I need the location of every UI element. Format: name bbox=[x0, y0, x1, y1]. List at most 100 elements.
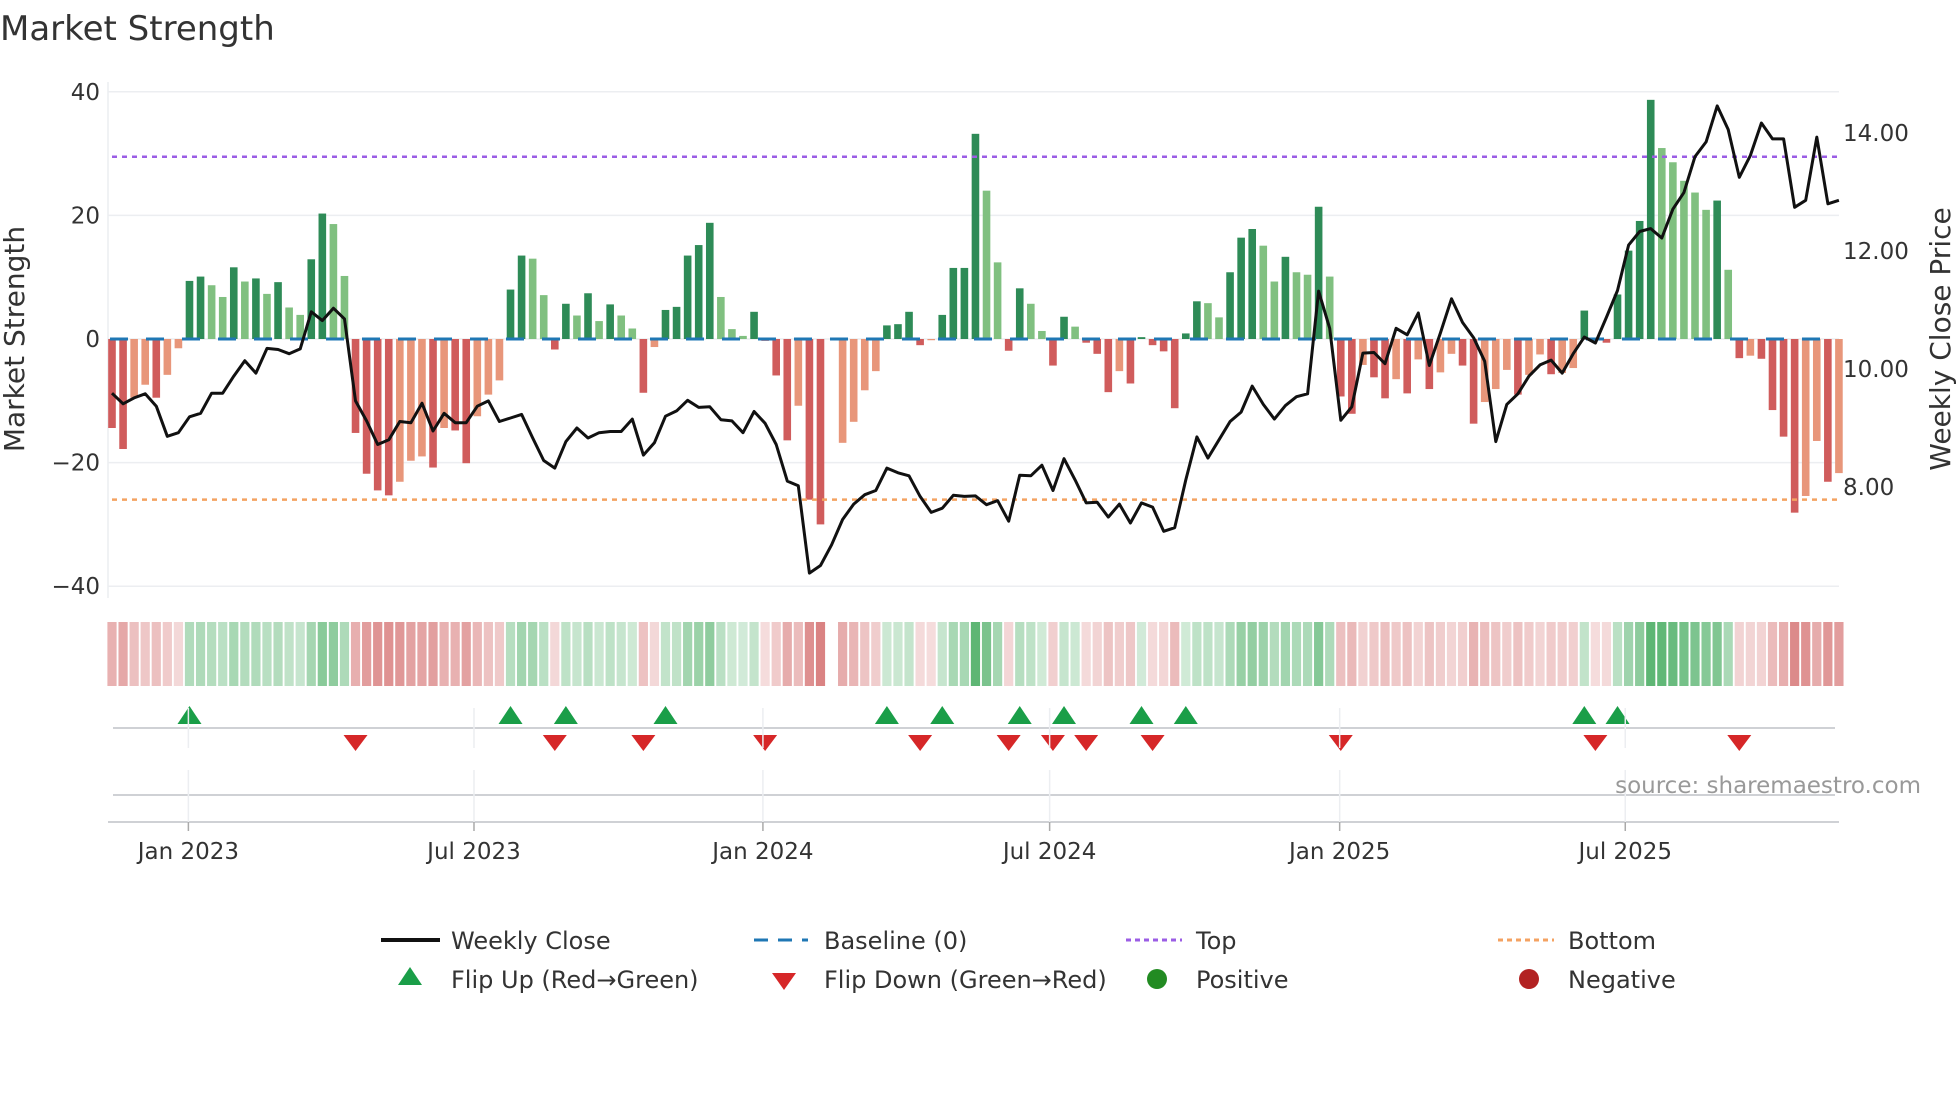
strength-bar bbox=[1812, 339, 1821, 441]
strength-bar bbox=[429, 339, 437, 468]
flip-up-marker bbox=[177, 706, 202, 724]
heat-cell bbox=[915, 622, 925, 686]
heat-cell bbox=[1059, 622, 1069, 686]
strength-bar bbox=[562, 303, 570, 339]
strength-bar bbox=[196, 276, 205, 339]
heat-cell bbox=[550, 622, 560, 686]
heat-cell bbox=[1679, 622, 1689, 686]
strength-bar bbox=[384, 339, 393, 496]
strength-bar bbox=[1126, 339, 1135, 384]
strength-bar bbox=[1370, 339, 1378, 378]
strength-bar bbox=[462, 339, 471, 464]
strength-bar bbox=[185, 280, 194, 339]
legend-flip-up-icon bbox=[398, 967, 422, 985]
legend-baseline: Baseline (0) bbox=[824, 927, 967, 955]
heat-cell bbox=[450, 622, 460, 686]
strength-bar bbox=[617, 315, 626, 339]
strength-bar bbox=[274, 282, 282, 339]
legend-bottom: Bottom bbox=[1568, 927, 1656, 955]
heat-cell bbox=[1524, 622, 1534, 686]
y-tick-label: −40 bbox=[51, 574, 100, 600]
legend-flip-up: Flip Up (Red→Green) bbox=[451, 966, 699, 994]
strength-bar bbox=[506, 289, 515, 339]
heat-cell bbox=[605, 622, 615, 686]
heat-cell bbox=[749, 622, 759, 686]
flip-up-marker bbox=[553, 706, 578, 724]
heat-cell bbox=[417, 622, 427, 686]
heat-cell bbox=[1336, 622, 1346, 686]
flip-down-marker bbox=[1727, 735, 1752, 751]
strength-bar bbox=[683, 255, 692, 339]
heat-cell bbox=[838, 622, 848, 686]
heat-cell bbox=[184, 622, 195, 686]
strength-bar bbox=[883, 325, 891, 339]
heat-cell bbox=[705, 622, 715, 686]
strength-bar bbox=[672, 306, 681, 339]
heat-cell bbox=[1601, 622, 1612, 686]
heat-cell bbox=[395, 622, 405, 686]
heat-cell bbox=[1834, 622, 1844, 686]
heat-cell bbox=[461, 622, 471, 686]
heat-cell bbox=[793, 622, 803, 686]
heat-cell bbox=[1446, 622, 1457, 686]
heat-cell bbox=[1325, 622, 1335, 686]
legend-flip-down: Flip Down (Green→Red) bbox=[824, 966, 1107, 994]
x-tick-label: Jul 2023 bbox=[425, 839, 521, 865]
strength-bar bbox=[1292, 272, 1301, 339]
heat-cell bbox=[1026, 622, 1036, 686]
heat-cell bbox=[373, 622, 383, 686]
flip-up-marker bbox=[874, 706, 899, 724]
flip-up-marker bbox=[498, 706, 523, 724]
heat-cell bbox=[1623, 622, 1634, 686]
strength-bar bbox=[1403, 339, 1411, 394]
heat-cell bbox=[1291, 622, 1302, 686]
heat-cell bbox=[1358, 622, 1368, 686]
strength-bar bbox=[484, 339, 493, 395]
heat-cell bbox=[1568, 622, 1578, 686]
heat-cell bbox=[516, 622, 527, 686]
strength-bar bbox=[1193, 301, 1201, 339]
heat-cell bbox=[1734, 622, 1744, 686]
heat-cell bbox=[1247, 622, 1257, 686]
flip-down-marker bbox=[1074, 735, 1099, 751]
legend-positive-icon bbox=[1147, 969, 1167, 989]
heat-cell bbox=[428, 622, 438, 686]
strength-bar bbox=[1159, 339, 1168, 352]
strength-bar bbox=[573, 315, 581, 339]
x-tick-label: Jan 2025 bbox=[1287, 839, 1390, 865]
strength-bar bbox=[1104, 339, 1113, 393]
strength-bar bbox=[418, 339, 426, 457]
heat-cell bbox=[1480, 622, 1490, 686]
heat-cell bbox=[1314, 622, 1324, 686]
strength-bar bbox=[1170, 339, 1179, 409]
legend: Weekly Close Baseline (0) Top Bottom Fli… bbox=[381, 927, 1676, 994]
heat-cell bbox=[1502, 622, 1512, 686]
strength-bar bbox=[872, 339, 880, 372]
strength-bar bbox=[1702, 209, 1710, 339]
heat-cell bbox=[229, 622, 239, 686]
strength-bar bbox=[1547, 339, 1555, 375]
heat-cell bbox=[505, 622, 516, 686]
heat-cell bbox=[528, 622, 538, 686]
heat-cell bbox=[406, 622, 416, 686]
heat-cell bbox=[384, 622, 394, 686]
heat-cell bbox=[1203, 622, 1213, 686]
strength-bar bbox=[838, 339, 847, 443]
strength-bar bbox=[661, 309, 670, 339]
heat-cell bbox=[1612, 622, 1623, 686]
strength-bar bbox=[1137, 337, 1146, 339]
heat-cell bbox=[937, 622, 947, 686]
heat-cell bbox=[1646, 622, 1656, 686]
heat-cell bbox=[871, 622, 881, 686]
strength-bar bbox=[1669, 162, 1677, 339]
y-axis-label: Market Strength bbox=[0, 226, 31, 452]
strength-bar bbox=[495, 339, 504, 381]
y2-tick-label: 12.00 bbox=[1843, 239, 1909, 265]
heat-cell bbox=[1778, 622, 1789, 686]
strength-bar bbox=[639, 339, 648, 393]
heat-cell bbox=[350, 622, 361, 686]
heat-cell bbox=[1391, 622, 1401, 686]
legend-negative-icon bbox=[1519, 969, 1539, 989]
strength-bar bbox=[595, 321, 603, 339]
heat-cell bbox=[1657, 622, 1667, 686]
